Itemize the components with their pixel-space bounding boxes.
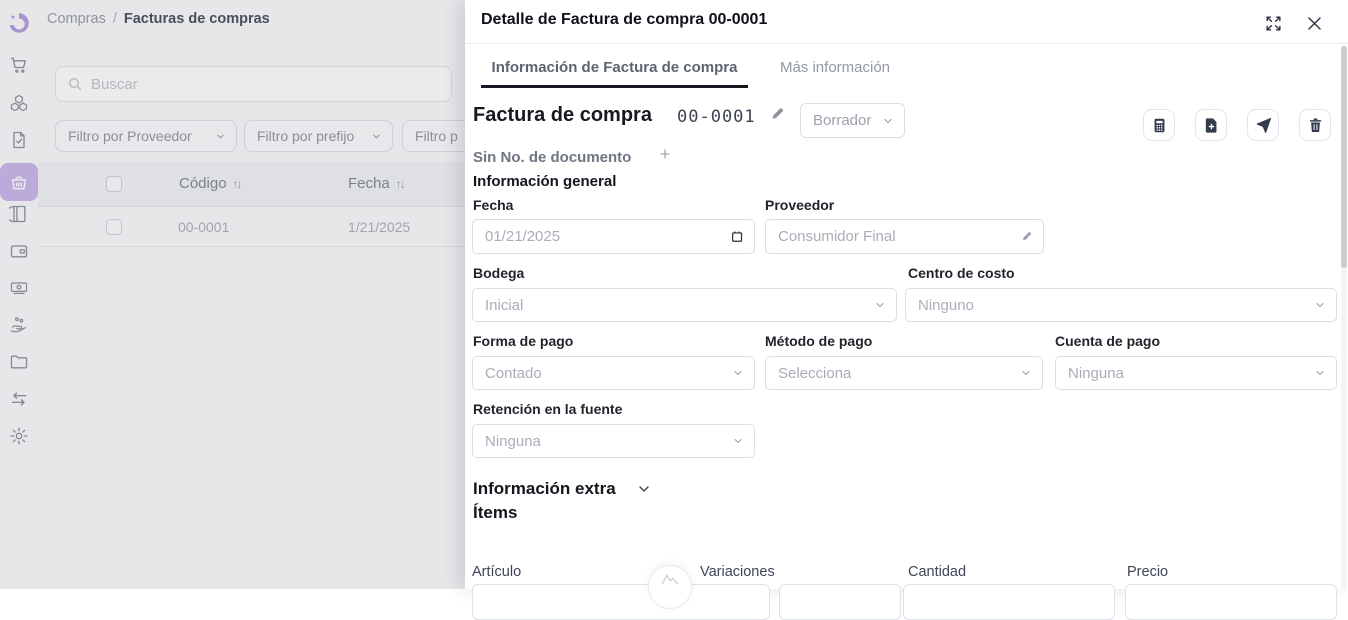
send-button[interactable] (1247, 109, 1279, 141)
delete-button[interactable] (1299, 109, 1331, 141)
chevron-down-icon (1314, 367, 1326, 379)
bodega-value: Inicial (485, 297, 523, 314)
no-document-label: Sin No. de documento (473, 149, 631, 166)
tab-more-info[interactable]: Más información (760, 59, 910, 76)
chevron-down-icon (732, 367, 744, 379)
status-dropdown[interactable]: Borrador (800, 103, 905, 138)
items-column-variaciones: Variaciones (700, 564, 775, 580)
items-column-articulo: Artículo (472, 564, 521, 580)
proveedor-label: Proveedor (765, 197, 834, 213)
item-articulo-input[interactable] (472, 584, 770, 620)
send-icon (1255, 117, 1272, 134)
chevron-down-icon[interactable] (636, 481, 652, 497)
chevron-down-icon (874, 299, 886, 311)
panel-header: Detalle de Factura de compra 00-0001 (465, 0, 1348, 44)
calendar-icon[interactable] (730, 229, 744, 244)
status-badge: Borrador (813, 112, 871, 129)
bodega-select[interactable]: Inicial (472, 288, 897, 322)
fecha-value[interactable] (485, 228, 730, 245)
panel-scrollbar-thumb[interactable] (1341, 46, 1347, 268)
item-variaciones-input[interactable] (779, 584, 901, 620)
chevron-down-icon (1020, 367, 1032, 379)
item-precio-input[interactable] (1125, 584, 1337, 620)
cuenta-pago-select[interactable]: Ninguna (1055, 356, 1337, 390)
retencion-select[interactable]: Ninguna (472, 424, 755, 458)
forma-pago-select[interactable]: Contado (472, 356, 755, 390)
panel-title: Detalle de Factura de compra 00-0001 (481, 11, 767, 29)
chevron-down-icon (732, 435, 744, 447)
forma-pago-value: Contado (485, 365, 542, 382)
calculator-icon (1151, 117, 1168, 134)
active-tab-underline (481, 85, 748, 88)
document-number: 00-0001 (677, 107, 756, 127)
calculator-button[interactable] (1143, 109, 1175, 141)
mountain-icon (661, 572, 679, 586)
centro-costo-label: Centro de costo (908, 265, 1015, 281)
centro-costo-value: Ninguno (918, 297, 974, 314)
metodo-pago-label: Método de pago (765, 333, 872, 349)
items-column-precio: Precio (1127, 564, 1168, 580)
section-general-title: Información general (473, 173, 616, 190)
bodega-label: Bodega (473, 265, 524, 281)
fecha-label: Fecha (473, 197, 513, 213)
assistant-bubble[interactable] (648, 565, 692, 609)
invoice-detail-panel: Detalle de Factura de compra 00-0001 Inf… (465, 0, 1348, 589)
proveedor-input[interactable] (765, 219, 1044, 254)
item-cantidad-input[interactable] (903, 584, 1115, 620)
chevron-down-icon (1314, 299, 1326, 311)
metodo-pago-value: Selecciona (778, 365, 851, 382)
section-items-title: Ítems (473, 503, 517, 523)
edit-pencil-icon[interactable] (770, 106, 786, 122)
metodo-pago-select[interactable]: Selecciona (765, 356, 1043, 390)
duplicate-document-icon (1203, 117, 1220, 134)
cuenta-pago-value: Ninguna (1068, 365, 1124, 382)
chevron-down-icon (882, 115, 894, 127)
items-column-cantidad: Cantidad (908, 564, 966, 580)
section-extra-title[interactable]: Información extra (473, 479, 616, 499)
cuenta-pago-label: Cuenta de pago (1055, 333, 1160, 349)
proveedor-value[interactable] (778, 228, 1021, 245)
add-document-number-icon[interactable] (658, 147, 672, 161)
document-title: Factura de compra (473, 104, 652, 127)
edit-pencil-icon[interactable] (1021, 230, 1033, 243)
delete-icon (1307, 117, 1324, 134)
retencion-value: Ninguna (485, 433, 541, 450)
retencion-label: Retención en la fuente (473, 401, 622, 417)
expand-icon[interactable] (1264, 14, 1284, 34)
fecha-date-input[interactable] (472, 219, 755, 254)
centro-costo-select[interactable]: Ninguno (905, 288, 1337, 322)
forma-pago-label: Forma de pago (473, 333, 573, 349)
tab-invoice-info[interactable]: Información de Factura de compra (481, 59, 748, 76)
close-icon[interactable] (1305, 14, 1325, 34)
duplicate-document-button[interactable] (1195, 109, 1227, 141)
